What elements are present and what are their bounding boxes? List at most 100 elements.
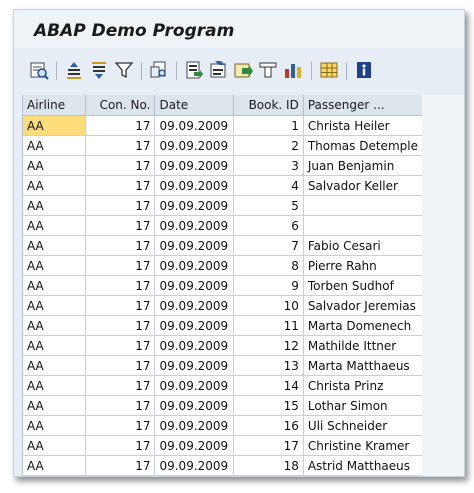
cell-book-id[interactable]: 14 <box>233 375 304 396</box>
export-icon[interactable] <box>182 59 204 81</box>
cell-airline[interactable]: AA <box>23 315 86 336</box>
cell-date[interactable]: 09.09.2009 <box>154 135 235 156</box>
cell-passenger[interactable]: Marta Domenech <box>303 315 423 336</box>
cell-airline[interactable]: AA <box>23 415 86 436</box>
table-row[interactable]: AA 17 09.09.2009 7 Fabio Cesari <box>23 235 423 256</box>
cell-passenger[interactable]: Christa Prinz <box>303 375 423 396</box>
cell-passenger[interactable]: Uli Schneider <box>303 415 423 436</box>
table-row[interactable]: AA 17 09.09.2009 13 Marta Matthaeus <box>23 355 423 376</box>
cell-airline[interactable]: AA <box>23 215 86 236</box>
cell-passenger[interactable]: Christine Kramer <box>303 435 423 456</box>
table-row[interactable]: AA 17 09.09.2009 3 Juan Benjamin <box>23 155 423 176</box>
cell-airline[interactable]: AA <box>23 295 86 316</box>
cell-date[interactable]: 09.09.2009 <box>154 115 235 136</box>
cell-airline[interactable]: AA <box>23 135 86 156</box>
table-row[interactable]: AA 17 09.09.2009 5 <box>23 195 423 216</box>
table-row[interactable]: AA 17 09.09.2009 17 Christine Kramer <box>23 435 423 456</box>
cell-con-no[interactable]: 17 <box>85 235 156 256</box>
cell-passenger[interactable]: Marta Matthaeus <box>303 355 423 376</box>
cell-date[interactable]: 09.09.2009 <box>154 275 235 296</box>
cell-passenger[interactable] <box>303 195 423 216</box>
cell-book-id[interactable]: 2 <box>233 135 304 156</box>
cell-book-id[interactable]: 11 <box>233 315 304 336</box>
cell-con-no[interactable]: 17 <box>85 115 156 136</box>
cell-passenger[interactable]: Salvador Jeremias <box>303 295 423 316</box>
cell-passenger[interactable]: Christa Heiler <box>303 115 423 136</box>
cell-date[interactable]: 09.09.2009 <box>154 375 235 396</box>
filter-icon[interactable] <box>113 59 135 81</box>
cell-airline[interactable]: AA <box>23 375 86 396</box>
cell-date[interactable]: 09.09.2009 <box>154 355 235 376</box>
cell-airline[interactable]: AA <box>23 455 86 476</box>
cell-passenger[interactable]: Lothar Simon <box>303 395 423 416</box>
column-header-date[interactable]: Date <box>154 95 235 116</box>
print-preview-icon[interactable] <box>148 59 170 81</box>
cell-book-id[interactable]: 8 <box>233 255 304 276</box>
cell-book-id[interactable]: 4 <box>233 175 304 196</box>
cell-book-id[interactable]: 3 <box>233 155 304 176</box>
cell-airline[interactable]: AA <box>23 395 86 416</box>
cell-book-id[interactable]: 9 <box>233 275 304 296</box>
table-row[interactable]: AA 17 09.09.2009 12 Mathilde Ittner <box>23 335 423 356</box>
cell-con-no[interactable]: 17 <box>85 355 156 376</box>
cell-date[interactable]: 09.09.2009 <box>154 295 235 316</box>
table-row[interactable]: AA 17 09.09.2009 1 Christa Heiler <box>23 115 423 136</box>
cell-airline[interactable]: AA <box>23 435 86 456</box>
cell-passenger[interactable]: Thomas Detemple <box>303 135 423 156</box>
cell-con-no[interactable]: 17 <box>85 315 156 336</box>
cell-book-id[interactable]: 1 <box>233 115 304 136</box>
cell-date[interactable]: 09.09.2009 <box>154 335 235 356</box>
cell-con-no[interactable]: 17 <box>85 415 156 436</box>
cell-con-no[interactable]: 17 <box>85 435 156 456</box>
cell-airline[interactable]: AA <box>23 175 86 196</box>
cell-passenger[interactable] <box>303 215 423 236</box>
cell-book-id[interactable]: 16 <box>233 415 304 436</box>
cell-book-id[interactable]: 5 <box>233 195 304 216</box>
table-row[interactable]: AA 17 09.09.2009 10 Salvador Jeremias <box>23 295 423 316</box>
table-row[interactable]: AA 17 09.09.2009 14 Christa Prinz <box>23 375 423 396</box>
cell-book-id[interactable]: 10 <box>233 295 304 316</box>
column-header-passenger[interactable]: Passenger ... <box>303 95 423 116</box>
cell-passenger[interactable]: Mathilde Ittner <box>303 335 423 356</box>
cell-airline[interactable]: AA <box>23 355 86 376</box>
table-row[interactable]: AA 17 09.09.2009 18 Astrid Matthaeus <box>23 455 423 476</box>
cell-book-id[interactable]: 18 <box>233 455 304 476</box>
cell-con-no[interactable]: 17 <box>85 215 156 236</box>
cell-book-id[interactable]: 12 <box>233 335 304 356</box>
sort-descending-icon[interactable] <box>88 59 110 81</box>
cell-date[interactable]: 09.09.2009 <box>154 195 235 216</box>
cell-airline[interactable]: AA <box>23 155 86 176</box>
cell-con-no[interactable]: 17 <box>85 335 156 356</box>
table-row[interactable]: AA 17 09.09.2009 8 Pierre Rahn <box>23 255 423 276</box>
table-row[interactable]: AA 17 09.09.2009 2 Thomas Detemple <box>23 135 423 156</box>
cell-book-id[interactable]: 15 <box>233 395 304 416</box>
cell-book-id[interactable]: 7 <box>233 235 304 256</box>
cell-book-id[interactable]: 13 <box>233 355 304 376</box>
cell-airline[interactable]: AA <box>23 335 86 356</box>
layout-icon[interactable] <box>257 59 279 81</box>
table-row[interactable]: AA 17 09.09.2009 16 Uli Schneider <box>23 415 423 436</box>
graphic-icon[interactable] <box>282 59 304 81</box>
cell-book-id[interactable]: 6 <box>233 215 304 236</box>
cell-passenger[interactable]: Astrid Matthaeus <box>303 455 423 476</box>
cell-con-no[interactable]: 17 <box>85 395 156 416</box>
cell-passenger[interactable]: Torben Sudhof <box>303 275 423 296</box>
cell-passenger[interactable]: Fabio Cesari <box>303 235 423 256</box>
cell-date[interactable]: 09.09.2009 <box>154 395 235 416</box>
cell-con-no[interactable]: 17 <box>85 175 156 196</box>
table-row[interactable]: AA 17 09.09.2009 15 Lothar Simon <box>23 395 423 416</box>
cell-passenger[interactable]: Pierre Rahn <box>303 255 423 276</box>
cell-con-no[interactable]: 17 <box>85 255 156 276</box>
info-icon[interactable] <box>353 59 375 81</box>
cell-con-no[interactable]: 17 <box>85 275 156 296</box>
cell-airline[interactable]: AA <box>23 275 86 296</box>
cell-date[interactable]: 09.09.2009 <box>154 255 235 276</box>
cell-passenger[interactable]: Juan Benjamin <box>303 155 423 176</box>
table-row[interactable]: AA 17 09.09.2009 11 Marta Domenech <box>23 315 423 336</box>
table-row[interactable]: AA 17 09.09.2009 9 Torben Sudhof <box>23 275 423 296</box>
cell-date[interactable]: 09.09.2009 <box>154 155 235 176</box>
cell-date[interactable]: 09.09.2009 <box>154 315 235 336</box>
cell-date[interactable]: 09.09.2009 <box>154 175 235 196</box>
cell-airline[interactable]: AA <box>23 255 86 276</box>
local-file-icon[interactable] <box>232 59 254 81</box>
